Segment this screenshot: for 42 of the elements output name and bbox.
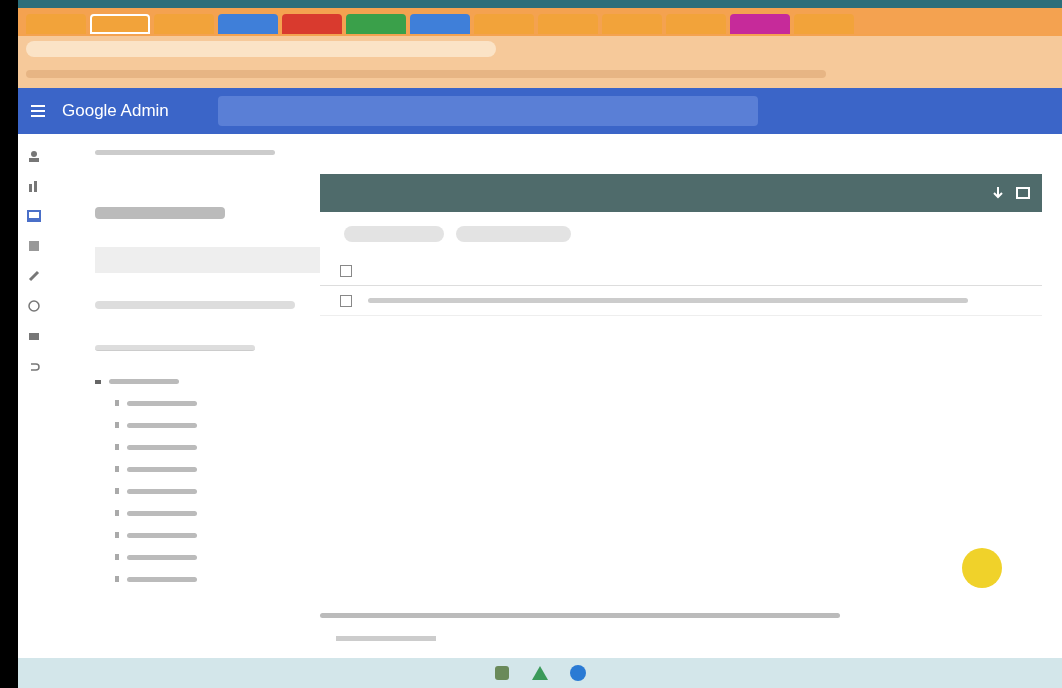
undo-icon[interactable] [28,360,40,372]
download-icon[interactable] [992,186,1004,200]
row-data[interactable] [368,298,968,303]
search-field[interactable] [218,96,758,126]
tree-item[interactable] [127,466,197,472]
add-button[interactable] [962,548,1002,588]
browser-tab[interactable] [410,14,470,34]
browser-tab[interactable] [730,14,790,34]
tree-item[interactable] [127,532,197,538]
tree-item[interactable] [109,379,179,384]
tree-item[interactable] [127,510,197,516]
tree-item[interactable] [127,422,197,428]
filter-chip[interactable] [456,226,571,242]
grid-icon[interactable] [28,240,40,252]
tree-item[interactable] [127,576,197,582]
tree-item[interactable] [127,488,197,494]
browser-tab[interactable] [282,14,342,34]
menu-icon[interactable] [30,104,46,118]
expand-icon[interactable] [95,379,101,384]
browser-tab[interactable] [346,14,406,34]
tree-item[interactable] [127,400,197,406]
tree-item[interactable] [127,444,197,450]
pencil-icon[interactable] [28,270,40,282]
filter-chip[interactable] [344,226,444,242]
address-bar[interactable] [26,41,496,57]
scrollbar[interactable] [320,613,840,618]
rows-per-page[interactable] [336,635,436,641]
devices-icon[interactable] [27,210,41,222]
window-icon[interactable] [1016,187,1030,199]
app-title: Google Admin [62,100,170,123]
globe-icon[interactable] [28,300,40,312]
triangle-icon[interactable] [531,665,549,681]
browser-tab[interactable] [218,14,278,34]
browser-tab[interactable] [90,14,150,34]
tree-item[interactable] [127,554,197,560]
dropdown-field[interactable] [95,301,295,309]
filter-field[interactable] [95,345,255,351]
row-checkbox[interactable] [340,294,352,307]
chart-icon[interactable] [28,180,40,192]
circle-icon[interactable] [569,664,587,682]
files-icon[interactable] [493,664,511,682]
person-icon[interactable] [28,150,40,162]
